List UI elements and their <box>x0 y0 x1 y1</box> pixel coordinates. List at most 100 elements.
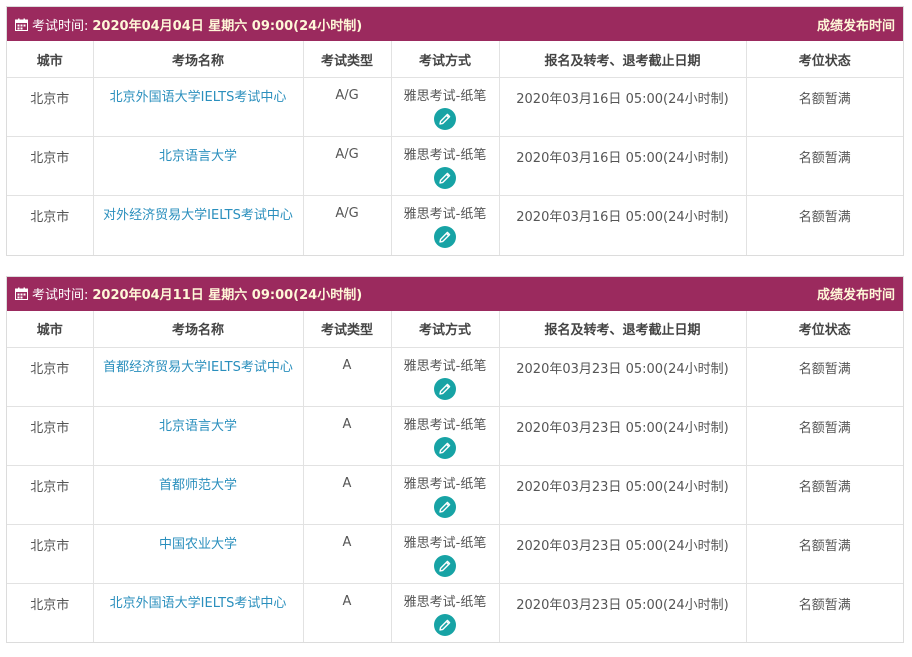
col-header-venue: 考场名称 <box>93 41 304 78</box>
pencil-icon <box>439 619 451 631</box>
type-cell: A <box>303 406 392 466</box>
table-header-row: 城市 考场名称 考试类型 考试方式 报名及转考、退考截止日期 考位状态 <box>7 41 903 78</box>
results-release-link[interactable]: 成绩发布时间 <box>817 15 895 34</box>
status-cell: 名额暂满 <box>746 77 903 137</box>
type-cell: A <box>303 583 392 642</box>
col-header-deadline: 报名及转考、退考截止日期 <box>499 41 747 78</box>
exam-date: 2020年04月04日 星期六 09:00(24小时制) <box>92 18 363 34</box>
method-cell: 雅思考试-纸笔 <box>391 524 500 584</box>
venue-cell: 北京语言大学 <box>93 136 304 196</box>
table-row: 北京市 首都经济贸易大学IELTS考试中心 A 雅思考试-纸笔 2020年03月… <box>7 347 903 407</box>
edit-button[interactable] <box>434 495 456 518</box>
venue-table: 城市 考场名称 考试类型 考试方式 报名及转考、退考截止日期 考位状态 北京市 … <box>7 41 903 255</box>
method-cell: 雅思考试-纸笔 <box>391 465 500 525</box>
venue-table: 城市 考场名称 考试类型 考试方式 报名及转考、退考截止日期 考位状态 北京市 … <box>7 310 903 642</box>
table-row: 北京市 北京外国语大学IELTS考试中心 A 雅思考试-纸笔 2020年03月2… <box>7 583 903 642</box>
city-cell: 北京市 <box>7 465 94 525</box>
session-time: 考试时间: 2020年04月11日 星期六 09:00(24小时制) <box>15 284 362 303</box>
exam-date: 2020年04月11日 星期六 09:00(24小时制) <box>92 288 363 303</box>
status-cell: 名额暂满 <box>746 136 903 196</box>
table-row: 北京市 首都师范大学 A 雅思考试-纸笔 2020年03月23日 05:00(2… <box>7 465 903 525</box>
pencil-icon <box>439 442 451 454</box>
edit-button[interactable] <box>434 613 456 636</box>
venue-cell: 首都师范大学 <box>93 465 304 525</box>
deadline-cell: 2020年03月23日 05:00(24小时制) <box>499 406 747 466</box>
status-cell: 名额暂满 <box>798 597 851 613</box>
exam-session: 考试时间: 2020年04月04日 星期六 09:00(24小时制) 成绩发布时… <box>6 6 904 256</box>
venue-link[interactable]: 北京语言大学 <box>159 147 237 167</box>
status-cell: 名额暂满 <box>746 347 903 407</box>
method-text: 雅思考试-纸笔 <box>403 594 487 610</box>
type-cell: A/G <box>303 136 392 196</box>
session-header: 考试时间: 2020年04月04日 星期六 09:00(24小时制) 成绩发布时… <box>7 7 903 41</box>
col-header-venue: 考场名称 <box>93 310 304 348</box>
deadline-cell: 2020年03月16日 05:00(24小时制) <box>499 195 747 255</box>
city-cell: 北京市 <box>7 347 94 407</box>
venue-cell: 首都经济贸易大学IELTS考试中心 <box>93 347 304 407</box>
type-cell: A <box>303 465 392 525</box>
pencil-icon <box>439 383 451 395</box>
col-header-method: 考试方式 <box>391 41 500 78</box>
table-header-row: 城市 考场名称 考试类型 考试方式 报名及转考、退考截止日期 考位状态 <box>7 310 903 348</box>
venue-link[interactable]: 首都经济贸易大学IELTS考试中心 <box>103 358 293 378</box>
table-row: 北京市 对外经济贸易大学IELTS考试中心 A/G 雅思考试-纸笔 2020年0… <box>7 195 903 255</box>
city-cell: 北京市 <box>7 136 94 196</box>
deadline-cell: 2020年03月16日 05:00(24小时制) <box>499 136 747 196</box>
col-header-status: 考位状态 <box>746 41 903 78</box>
col-header-city: 城市 <box>7 41 94 78</box>
deadline-cell: 2020年03月16日 05:00(24小时制) <box>499 77 747 137</box>
status-cell: 名额暂满 <box>746 465 903 525</box>
venue-link[interactable]: 北京语言大学 <box>159 417 237 437</box>
calendar-icon <box>15 18 28 31</box>
deadline-cell: 2020年03月23日 05:00(24小时制) <box>499 583 747 642</box>
edit-button[interactable] <box>434 108 456 130</box>
calendar-icon <box>15 287 28 300</box>
city-cell: 北京市 <box>7 524 94 584</box>
method-cell: 雅思考试-纸笔 <box>391 406 500 466</box>
type-cell: A <box>303 524 392 584</box>
city-cell: 北京市 <box>7 583 94 642</box>
venue-link[interactable]: 北京外国语大学IELTS考试中心 <box>110 594 287 614</box>
pencil-icon <box>439 560 451 572</box>
method-text: 雅思考试-纸笔 <box>403 535 487 551</box>
venue-cell: 北京语言大学 <box>93 406 304 466</box>
venue-cell: 对外经济贸易大学IELTS考试中心 <box>93 195 304 255</box>
venue-link[interactable]: 首都师范大学 <box>159 476 237 496</box>
city-cell: 北京市 <box>7 77 94 137</box>
pencil-icon <box>439 231 451 243</box>
method-cell: 雅思考试-纸笔 <box>391 136 500 196</box>
edit-button[interactable] <box>434 436 456 459</box>
method-text: 雅思考试-纸笔 <box>403 207 487 222</box>
pencil-icon <box>439 501 451 513</box>
method-text: 雅思考试-纸笔 <box>403 417 487 433</box>
edit-button[interactable] <box>434 554 456 577</box>
city-cell: 北京市 <box>7 195 94 255</box>
method-cell: 雅思考试-纸笔 <box>391 77 500 137</box>
results-release-link[interactable]: 成绩发布时间 <box>817 284 895 303</box>
edit-button[interactable] <box>434 167 456 189</box>
pencil-icon <box>439 113 451 125</box>
col-header-method: 考试方式 <box>391 310 500 348</box>
table-row: 北京市 北京外国语大学IELTS考试中心 A/G 雅思考试-纸笔 2020年03… <box>7 77 903 137</box>
city-cell: 北京市 <box>7 406 94 466</box>
venue-link[interactable]: 北京外国语大学IELTS考试中心 <box>110 88 287 108</box>
col-header-deadline: 报名及转考、退考截止日期 <box>499 310 747 348</box>
edit-button[interactable] <box>434 226 456 248</box>
table-row: 北京市 北京语言大学 A/G 雅思考试-纸笔 2020年03月16日 05:00… <box>7 136 903 196</box>
venue-link[interactable]: 中国农业大学 <box>159 535 237 555</box>
method-text: 雅思考试-纸笔 <box>403 358 487 374</box>
exam-session: 考试时间: 2020年04月11日 星期六 09:00(24小时制) 成绩发布时… <box>6 275 904 643</box>
session-header: 考试时间: 2020年04月11日 星期六 09:00(24小时制) 成绩发布时… <box>7 276 903 311</box>
col-header-type: 考试类型 <box>303 41 392 78</box>
type-cell: A/G <box>303 195 392 255</box>
exam-list: 考试时间: 2020年04月04日 星期六 09:00(24小时制) 成绩发布时… <box>0 0 912 643</box>
deadline-cell: 2020年03月23日 05:00(24小时制) <box>499 465 747 525</box>
venue-cell: 北京外国语大学IELTS考试中心 <box>93 583 304 642</box>
method-text: 雅思考试-纸笔 <box>403 148 487 163</box>
type-cell: A/G <box>303 77 392 137</box>
col-header-city: 城市 <box>7 310 94 348</box>
method-text: 雅思考试-纸笔 <box>403 476 487 492</box>
edit-button[interactable] <box>434 377 456 400</box>
venue-link[interactable]: 对外经济贸易大学IELTS考试中心 <box>103 206 293 226</box>
method-cell: 雅思考试-纸笔 <box>391 347 500 407</box>
